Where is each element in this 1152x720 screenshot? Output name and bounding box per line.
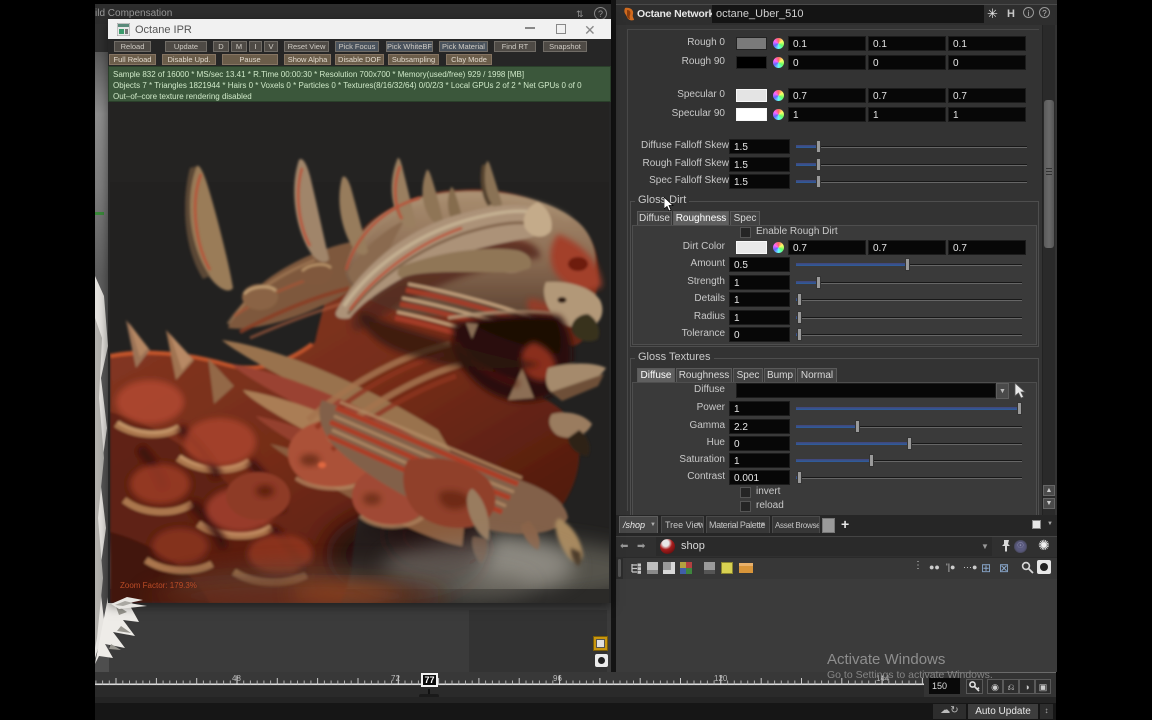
svg-text:Zoom Factor: 179.3%: Zoom Factor: 179.3% bbox=[120, 581, 197, 590]
